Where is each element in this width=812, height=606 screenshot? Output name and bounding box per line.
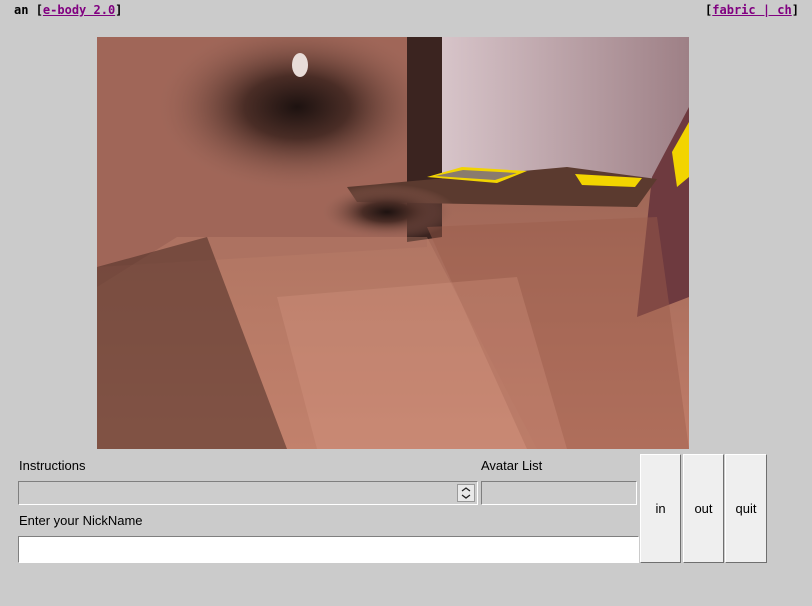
header-right: [fabric | ch] bbox=[705, 3, 799, 17]
header-prefix: an bbox=[14, 3, 29, 17]
ebody-link[interactable]: e-body 2.0 bbox=[43, 3, 115, 17]
out-button[interactable]: out bbox=[683, 454, 724, 563]
nickname-label: Enter your NickName bbox=[19, 513, 143, 528]
avatar-list[interactable] bbox=[481, 481, 637, 505]
quit-button[interactable]: quit bbox=[725, 454, 767, 563]
nickname-input[interactable] bbox=[18, 536, 639, 563]
instructions-label: Instructions bbox=[19, 458, 86, 473]
instructions-select[interactable] bbox=[18, 481, 478, 505]
spinner-icon[interactable] bbox=[457, 484, 475, 502]
3d-viewport[interactable] bbox=[97, 37, 689, 449]
3d-scene bbox=[97, 37, 689, 449]
fabric-ch-link[interactable]: fabric | ch bbox=[712, 3, 791, 17]
header-left: an [e-body 2.0] bbox=[14, 3, 123, 17]
avatar-list-label: Avatar List bbox=[481, 458, 543, 473]
in-button[interactable]: in bbox=[640, 454, 681, 563]
